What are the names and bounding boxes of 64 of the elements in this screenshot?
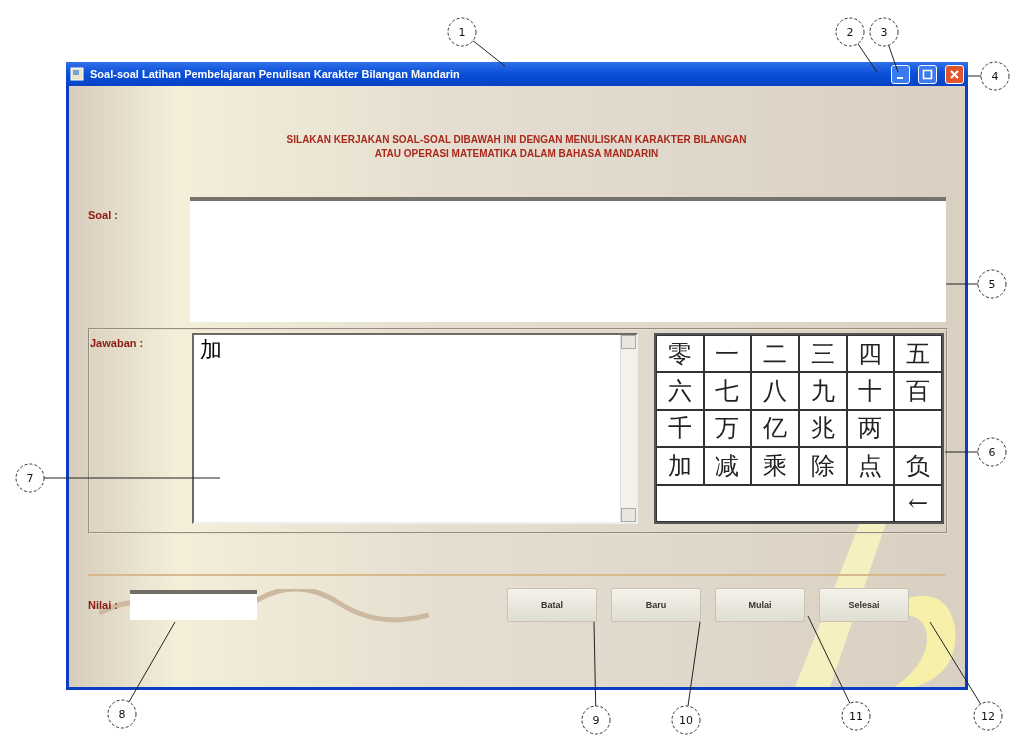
callout-marker: 11	[841, 701, 871, 731]
key-button[interactable]: 万	[703, 409, 752, 448]
close-button[interactable]	[945, 64, 964, 84]
action-button[interactable]: Mulai	[714, 588, 805, 622]
instruction-text: ATAU OPERASI MATEMATIKA DALAM BAHASA MANDARIN	[374, 148, 659, 159]
key-button[interactable]: 兆	[799, 409, 847, 448]
action-button[interactable]: Batal	[506, 588, 597, 622]
key-button[interactable]: 除	[799, 447, 847, 485]
key-button[interactable]: 五	[894, 335, 942, 373]
minimize-button[interactable]	[891, 64, 910, 84]
key-button[interactable]: 乘	[751, 447, 799, 485]
key-button[interactable]: 负	[894, 447, 942, 485]
key-button[interactable]: 四	[846, 335, 895, 373]
leader-line	[945, 283, 979, 285]
key-button[interactable]: 七	[703, 372, 752, 410]
key-button[interactable]: 千	[656, 409, 704, 448]
action-button[interactable]: Baru	[610, 588, 701, 622]
key-button[interactable]: 十	[846, 372, 895, 410]
app-icon	[70, 67, 84, 81]
answer-text: 加	[200, 336, 222, 364]
callout-marker: 9	[581, 705, 611, 735]
question-label: Soal :	[88, 208, 118, 221]
blank-key[interactable]	[894, 409, 942, 448]
key-button[interactable]: 百	[894, 372, 942, 410]
window-title: Soal-soal Latihan Pembelajaran Penulisan Karakter Bilangan Mandarin	[90, 68, 461, 80]
action-button[interactable]: Selesai	[818, 588, 909, 622]
key-button[interactable]: 二	[751, 335, 799, 373]
callout-marker: 5	[977, 269, 1007, 299]
key-button[interactable]: 九	[799, 372, 847, 410]
key-button[interactable]: 减	[703, 447, 752, 485]
callout-marker: 2	[835, 17, 865, 47]
key-button[interactable]: 亿	[751, 409, 799, 448]
callout-marker: 4	[980, 61, 1010, 91]
instruction-text: SILAKAN KERJAKAN SOAL-SOAL DIBAWAH INI DENGAN MENULISKAN KARAKTER BILANGAN	[286, 134, 747, 145]
key-button[interactable]: 两	[846, 409, 895, 448]
callout-marker: 6	[977, 437, 1007, 467]
callout-marker: 10	[671, 705, 701, 735]
maximize-button[interactable]	[918, 64, 937, 84]
maximize-icon	[922, 69, 933, 79]
leader-line	[888, 44, 899, 73]
key-button[interactable]: 八	[751, 372, 799, 410]
close-icon	[950, 69, 959, 79]
callout-marker: 1	[447, 17, 477, 47]
leader-line	[857, 43, 878, 73]
score-label: Nilai :	[88, 599, 118, 611]
callout-marker: 3	[869, 17, 899, 47]
minimize-icon	[897, 76, 903, 79]
callout-marker: 8	[107, 699, 137, 729]
callout-marker: 7	[15, 463, 45, 493]
answer-label: Jawaban :	[90, 336, 144, 349]
key-button[interactable]: 零	[656, 335, 704, 373]
key-button[interactable]: 三	[799, 335, 847, 373]
leader-line	[944, 451, 979, 453]
backspace-key[interactable]: ←	[894, 484, 942, 522]
leader-line	[472, 40, 506, 67]
key-button[interactable]: 点	[846, 447, 895, 485]
scrollbar[interactable]	[620, 335, 636, 522]
callout-marker: 12	[973, 701, 1003, 731]
key-button[interactable]: 一	[703, 335, 752, 373]
answer-field[interactable]: 加	[192, 333, 638, 524]
key-button[interactable]: 加	[656, 447, 704, 485]
leader-line	[967, 75, 982, 77]
key-button[interactable]: 六	[656, 372, 704, 410]
score-field[interactable]	[129, 590, 257, 620]
